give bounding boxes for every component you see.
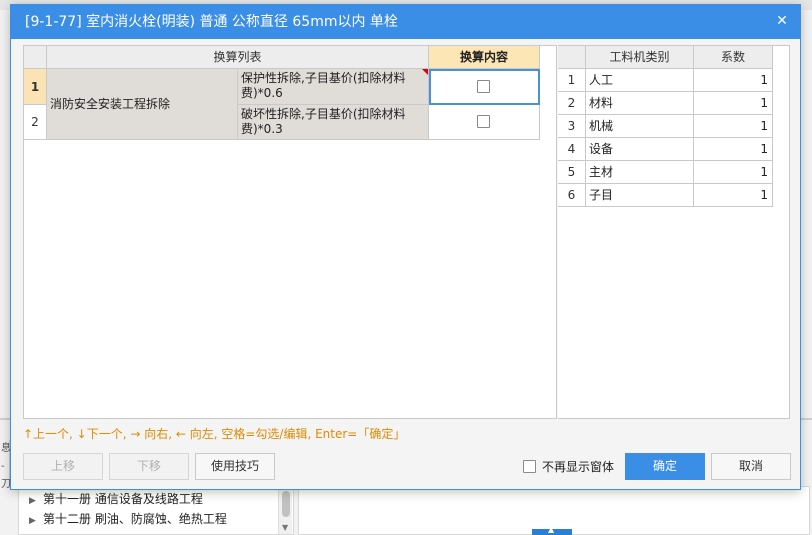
conversion-checkbox[interactable]	[477, 115, 490, 128]
tree-item[interactable]: ▶ 第十一册 通信设备及线路工程	[29, 489, 203, 509]
background-tree: ▶ 第十一册 通信设备及线路工程 ▶ 第十二册 刷油、防腐蚀、绝热工程	[18, 486, 294, 535]
conversion-content-cell[interactable]	[429, 69, 540, 105]
group-name-cell[interactable]: 消防安全安装工程拆除	[47, 69, 238, 140]
row-number[interactable]: 6	[558, 184, 586, 207]
move-up-button[interactable]: 上移	[23, 453, 103, 480]
row-number[interactable]: 1	[558, 69, 586, 92]
keyboard-hint: ↑上一个, ↓下一个, → 向右, ← 向左, 空格=勾选/编辑, Enter=…	[23, 427, 406, 441]
scroll-down-icon[interactable]: ▼	[282, 523, 288, 532]
no-show-option[interactable]: 不再显示窗体	[523, 457, 614, 477]
usage-tips-button[interactable]: 使用技巧	[195, 453, 275, 480]
material-type-cell[interactable]: 机械	[586, 115, 694, 138]
no-show-checkbox[interactable]	[523, 460, 536, 473]
splitter-handle[interactable]: ▲	[532, 525, 572, 535]
tree-item-label: 第十一册 通信设备及线路工程	[43, 492, 203, 506]
no-show-label: 不再显示窗体	[542, 460, 615, 474]
material-type-cell[interactable]: 设备	[586, 138, 694, 161]
row-number[interactable]: 2	[558, 92, 586, 115]
comment-marker-icon	[422, 69, 428, 75]
material-coefficient-grid: 工料机类别 系数 1 人工 1 2 材料 1 3 机械 1 4 设备 1 5 主…	[558, 45, 790, 419]
dialog-title: [9-1-77] 室内消火栓(明装) 普通 公称直径 65mm以内 单栓	[25, 14, 398, 30]
header-conversion-list: 换算列表	[47, 46, 429, 69]
material-type-cell[interactable]: 人工	[586, 69, 694, 92]
grid-corner	[24, 46, 47, 69]
conversion-content-cell[interactable]	[429, 105, 540, 140]
row-number[interactable]: 2	[24, 105, 47, 140]
coefficient-cell[interactable]: 1	[694, 115, 773, 138]
move-down-button[interactable]: 下移	[109, 453, 189, 480]
conversion-item-cell[interactable]: 保护性拆除,子目基价(扣除材料费)*0.6	[238, 69, 429, 105]
background-mark: 息	[1, 443, 11, 454]
coefficient-cell[interactable]: 1	[694, 92, 773, 115]
header-coefficient: 系数	[694, 46, 773, 69]
coefficient-cell[interactable]: 1	[694, 184, 773, 207]
tree-item[interactable]: ▶ 第十二册 刷油、防腐蚀、绝热工程	[29, 509, 227, 529]
header-conversion-content: 换算内容	[429, 46, 540, 69]
row-number[interactable]: 5	[558, 161, 586, 184]
background-mark: -刀	[1, 461, 11, 490]
splitter-arrow-icon: ▲	[548, 525, 555, 534]
coefficient-cell[interactable]: 1	[694, 69, 773, 92]
dialog-titlebar: [9-1-77] 室内消火栓(明装) 普通 公称直径 65mm以内 单栓 ✕	[11, 5, 800, 39]
conversion-dialog: [9-1-77] 室内消火栓(明装) 普通 公称直径 65mm以内 单栓 ✕ 换…	[10, 4, 801, 490]
row-number[interactable]: 4	[558, 138, 586, 161]
conversion-list-grid: 换算列表 换算内容 1 消防安全安装工程拆除 保护性拆除,子目基价(扣除材料费)…	[23, 45, 557, 419]
header-material-type: 工料机类别	[586, 46, 694, 69]
row-number[interactable]: 1	[24, 69, 47, 105]
background-left-marks: 息 -刀	[0, 440, 11, 490]
tree-scrollbar[interactable]: ▼	[278, 487, 292, 534]
ok-button[interactable]: 确定	[625, 453, 705, 480]
cancel-button[interactable]: 取消	[711, 453, 791, 480]
conversion-item-text: 破坏性拆除,子目基价(扣除材料费)*0.3	[241, 107, 406, 136]
conversion-item-text: 保护性拆除,子目基价(扣除材料费)*0.6	[241, 71, 406, 100]
conversion-checkbox[interactable]	[477, 80, 490, 93]
material-type-cell[interactable]: 材料	[586, 92, 694, 115]
coefficient-cell[interactable]: 1	[694, 138, 773, 161]
material-type-cell[interactable]: 主材	[586, 161, 694, 184]
coefficient-cell[interactable]: 1	[694, 161, 773, 184]
tree-item-label: 第十二册 刷油、防腐蚀、绝热工程	[43, 512, 227, 526]
expand-arrow-icon[interactable]: ▶	[29, 491, 43, 511]
close-icon[interactable]: ✕	[772, 11, 792, 31]
scrollbar-thumb[interactable]	[282, 491, 290, 517]
row-number[interactable]: 3	[558, 115, 586, 138]
conversion-item-cell[interactable]: 破坏性拆除,子目基价(扣除材料费)*0.3	[238, 105, 429, 140]
expand-arrow-icon[interactable]: ▶	[29, 511, 43, 531]
grid-corner	[558, 46, 586, 69]
material-type-cell[interactable]: 子目	[586, 184, 694, 207]
